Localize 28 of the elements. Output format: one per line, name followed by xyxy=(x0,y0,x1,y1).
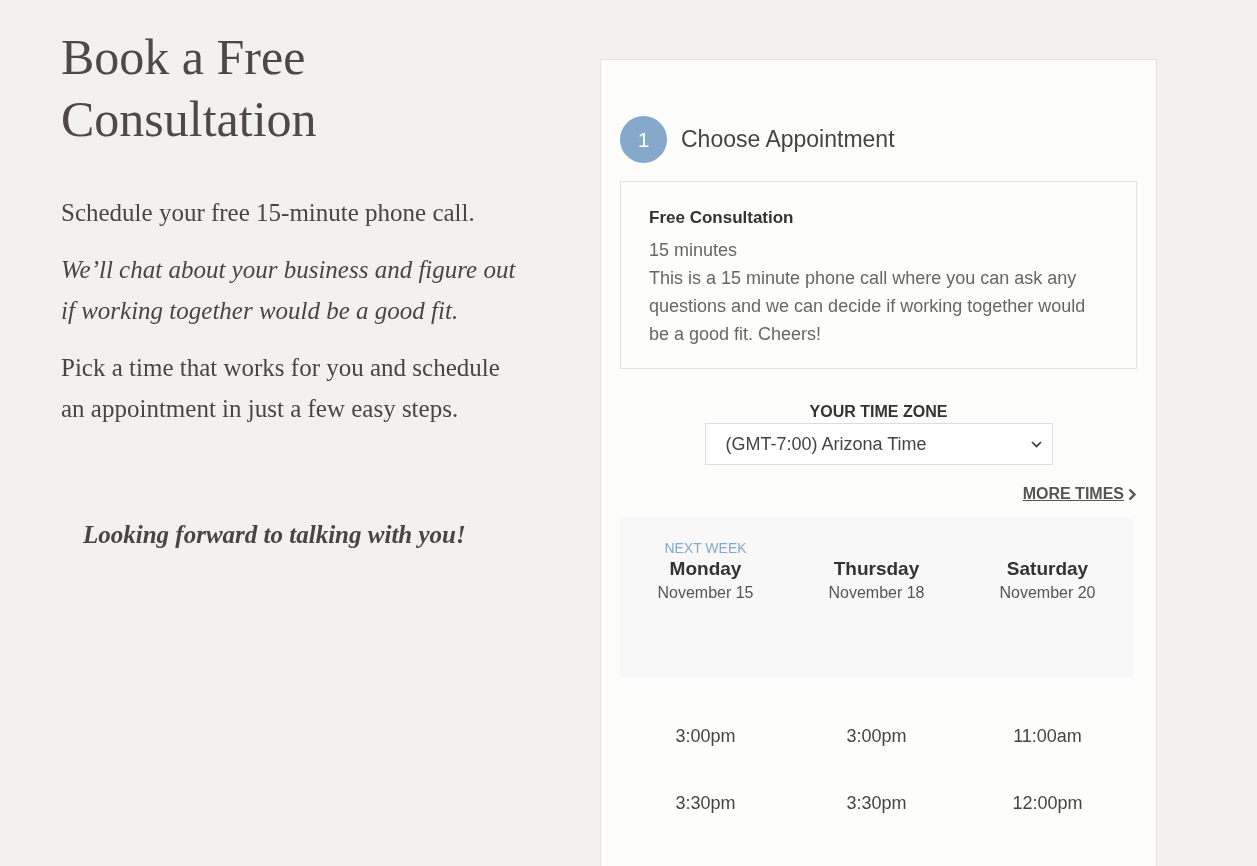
chevron-down-icon xyxy=(1030,440,1042,448)
intro-paragraph: We’ll chat about your business and figure out if working together would be a good fit. xyxy=(61,255,517,326)
step-number: 1 xyxy=(620,116,667,163)
appointment-description: This is a 15 minute phone call where you can ask any questions and we can decide if working together would be a good fit. Cheers! xyxy=(649,267,1087,346)
intro-paragraph: Schedule your free 15-minute phone call. xyxy=(61,198,476,228)
appointment-name: Free Consultation xyxy=(649,207,795,229)
time-slot[interactable]: 12:00pm xyxy=(1012,793,1083,814)
timezone-select[interactable]: (GMT-7:00) Arizona Time xyxy=(704,423,1053,465)
page-heading: Book a Free Consultation xyxy=(61,28,318,149)
time-slot[interactable]: 3:30pm xyxy=(846,793,907,814)
day-date: November 15 xyxy=(657,584,754,602)
intro-paragraph: Pick a time that works for you and schedule an appointment in just a few easy steps. xyxy=(61,353,501,424)
time-slot[interactable]: 3:00pm xyxy=(846,726,907,747)
day-name: Saturday xyxy=(1006,558,1089,580)
week-tag: NEXT WEEK xyxy=(664,540,747,556)
closing-text: Looking forward to talking with you! xyxy=(83,521,467,549)
time-slot[interactable]: 3:30pm xyxy=(675,793,736,814)
chevron-right-icon xyxy=(1128,487,1137,501)
step-title: Choose Appointment xyxy=(681,126,895,153)
day-name: Monday xyxy=(669,558,742,580)
day-name: Thursday xyxy=(833,558,920,580)
appointment-duration: 15 minutes xyxy=(649,239,739,262)
day-date: November 18 xyxy=(828,584,925,602)
time-slot[interactable]: 3:00pm xyxy=(675,726,736,747)
more-times-link[interactable]: MORE TIMES xyxy=(1022,485,1137,503)
day-date: November 20 xyxy=(999,584,1096,602)
timezone-label: YOUR TIME ZONE xyxy=(809,403,948,421)
time-slot[interactable]: 11:00am xyxy=(1013,726,1082,747)
